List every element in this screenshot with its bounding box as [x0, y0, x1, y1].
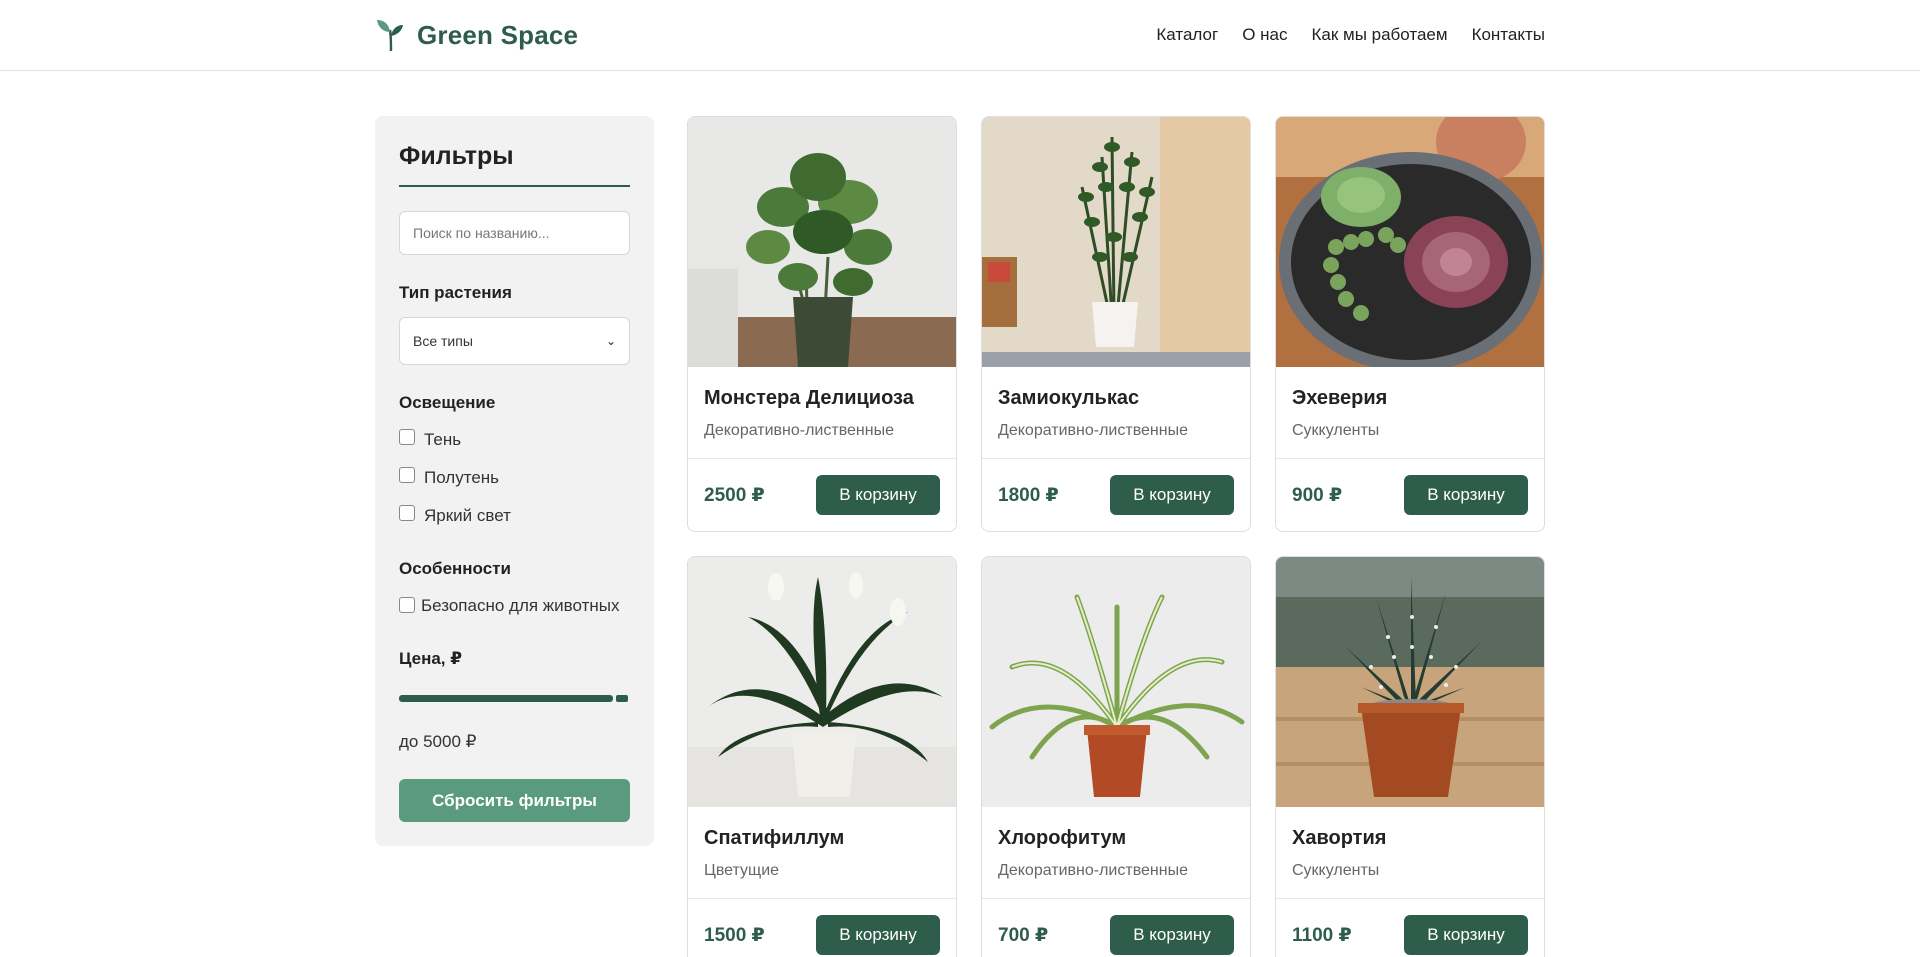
product-footer: 1800 ₽ В корзину	[982, 459, 1250, 515]
product-card[interactable]: Хавортия Суккуленты 1100 ₽ В корзину	[1275, 556, 1545, 957]
nav-catalog[interactable]: Каталог	[1156, 25, 1218, 45]
main-content: Фильтры Тип растения Все типы ⌄ Освещени…	[375, 116, 1545, 957]
logo[interactable]: Green Space	[375, 18, 578, 52]
plant-type-selected: Все типы	[413, 333, 473, 349]
nav-how-we-work[interactable]: Как мы работаем	[1311, 25, 1447, 45]
product-category: Декоративно-лиственные	[704, 422, 894, 439]
product-image-zamioculcas[interactable]	[982, 117, 1250, 367]
product-footer: 2500 ₽ В корзину	[688, 459, 956, 515]
filters-panel: Фильтры Тип растения Все типы ⌄ Освещени…	[375, 116, 654, 846]
checkbox-label: Яркий свет	[424, 506, 511, 525]
product-image-spathiphyllum[interactable]	[688, 557, 956, 807]
product-image-chlorophytum[interactable]	[982, 557, 1250, 807]
product-info: Хлорофитум Декоративно-лиственные	[982, 807, 1250, 899]
brand-name: Green Space	[417, 19, 579, 50]
checkbox[interactable]	[399, 429, 415, 445]
product-image-echeveria[interactable]	[1276, 117, 1544, 367]
product-info: Хавортия Суккуленты	[1276, 807, 1544, 899]
leaf-sprout-icon	[377, 20, 403, 52]
add-to-cart-button[interactable]: В корзину	[1110, 475, 1234, 515]
checkbox[interactable]	[399, 597, 415, 613]
checkbox-label: Безопасно для животных	[421, 596, 620, 615]
product-name[interactable]: Замиокулькас	[998, 387, 1234, 410]
header-inner: Green Space Каталог О нас Как мы работае…	[375, 0, 1545, 70]
product-name[interactable]: Монстера Делициоза	[704, 387, 940, 410]
checkbox[interactable]	[399, 467, 415, 483]
add-to-cart-button[interactable]: В корзину	[816, 475, 940, 515]
product-name[interactable]: Хавортия	[1292, 827, 1528, 850]
price-slider-track	[399, 695, 613, 702]
product-name[interactable]: Эхеверия	[1292, 387, 1528, 410]
price-slider[interactable]	[399, 695, 630, 702]
product-grid: Монстера Делициоза Декоративно-лиственны…	[687, 116, 1545, 957]
product-footer: 1500 ₽ В корзину	[688, 899, 956, 955]
lighting-option-bright[interactable]: Яркий свет	[399, 503, 630, 529]
lighting-option-shade[interactable]: Тень	[399, 427, 630, 453]
product-name[interactable]: Хлорофитум	[998, 827, 1234, 850]
product-price: 1500 ₽	[704, 924, 765, 946]
site-header: Green Space Каталог О нас Как мы работае…	[0, 0, 1920, 71]
product-card[interactable]: Хлорофитум Декоративно-лиственные 700 ₽ …	[981, 556, 1251, 957]
product-category: Суккуленты	[1292, 862, 1380, 879]
product-info: Эхеверия Суккуленты	[1276, 367, 1544, 459]
add-to-cart-button[interactable]: В корзину	[1404, 475, 1528, 515]
filters-title: Фильтры	[399, 142, 630, 187]
checkbox-label: Полутень	[424, 468, 500, 487]
add-to-cart-button[interactable]: В корзину	[816, 915, 940, 955]
checkbox-label: Тень	[424, 430, 462, 449]
price-cap-text: до 5000 ₽	[399, 732, 477, 751]
nav-contacts[interactable]: Контакты	[1472, 25, 1545, 45]
feature-pet-safe[interactable]: Безопасно для животных	[399, 593, 630, 619]
product-card[interactable]: Спатифиллум Цветущие 1500 ₽ В корзину	[687, 556, 957, 957]
product-footer: 900 ₽ В корзину	[1276, 459, 1544, 515]
lighting-label: Освещение	[399, 393, 496, 412]
product-price: 900 ₽	[1292, 484, 1343, 506]
product-info: Спатифиллум Цветущие	[688, 807, 956, 899]
features-label: Особенности	[399, 559, 511, 578]
product-footer: 1100 ₽ В корзину	[1276, 899, 1544, 955]
product-info: Монстера Делициоза Декоративно-лиственны…	[688, 367, 956, 459]
product-info: Замиокулькас Декоративно-лиственные	[982, 367, 1250, 459]
price-slider-handle[interactable]	[616, 695, 628, 702]
product-card[interactable]: Замиокулькас Декоративно-лиственные 1800…	[981, 116, 1251, 532]
plant-type-select[interactable]: Все типы ⌄	[399, 317, 630, 365]
chevron-down-icon: ⌄	[605, 334, 616, 348]
product-category: Цветущие	[704, 862, 780, 879]
product-card[interactable]: Эхеверия Суккуленты 900 ₽ В корзину	[1275, 116, 1545, 532]
nav-about[interactable]: О нас	[1242, 25, 1287, 45]
product-image-haworthia[interactable]	[1276, 557, 1544, 807]
product-image-monstera[interactable]	[688, 117, 956, 367]
price-label: Цена, ₽	[399, 649, 463, 668]
plant-type-label: Тип растения	[399, 283, 512, 302]
reset-filters-button[interactable]: Сбросить фильтры	[399, 779, 630, 822]
product-name[interactable]: Спатифиллум	[704, 827, 940, 850]
search-input[interactable]	[399, 211, 630, 255]
product-price: 1100 ₽	[1292, 924, 1352, 946]
product-price: 700 ₽	[998, 924, 1049, 946]
product-price: 2500 ₽	[704, 484, 765, 506]
product-price: 1800 ₽	[998, 484, 1059, 506]
product-card[interactable]: Монстера Делициоза Декоративно-лиственны…	[687, 116, 957, 532]
lighting-option-partial-shade[interactable]: Полутень	[399, 465, 630, 491]
main-nav: Каталог О нас Как мы работаем Контакты	[1156, 25, 1545, 45]
product-category: Декоративно-лиственные	[998, 422, 1188, 439]
add-to-cart-button[interactable]: В корзину	[1110, 915, 1234, 955]
product-category: Суккуленты	[1292, 422, 1380, 439]
add-to-cart-button[interactable]: В корзину	[1404, 915, 1528, 955]
product-footer: 700 ₽ В корзину	[982, 899, 1250, 955]
product-category: Декоративно-лиственные	[998, 862, 1188, 879]
checkbox[interactable]	[399, 505, 415, 521]
